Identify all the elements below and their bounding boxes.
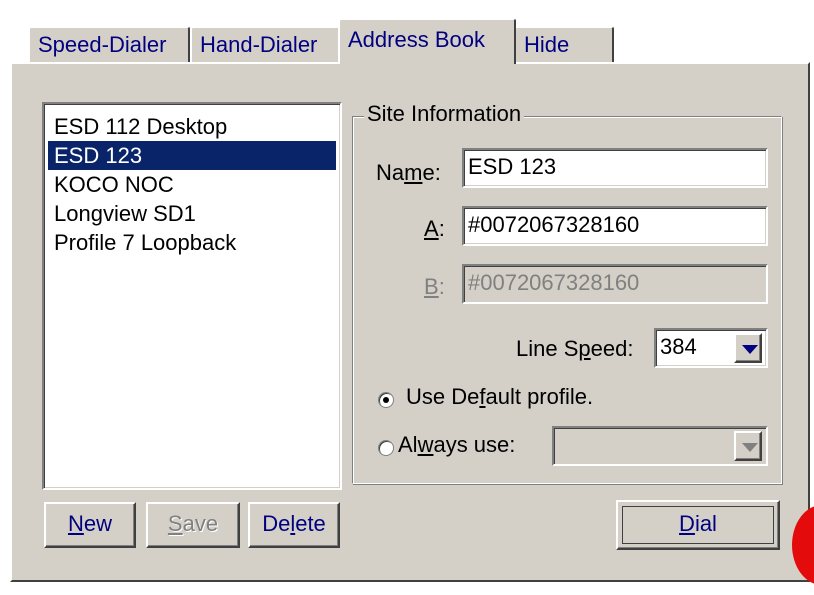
tab-speed-dialer-label: Speed-Dialer — [38, 32, 167, 57]
a-number-field[interactable]: #0072067328160 — [462, 206, 768, 246]
list-item[interactable]: Longview SD1 — [48, 199, 202, 228]
save-button: Save — [146, 502, 240, 548]
delete-button[interactable]: Delete — [248, 502, 340, 548]
new-button[interactable]: New — [44, 502, 136, 548]
name-field[interactable]: ESD 123 — [462, 148, 768, 188]
line-speed-select[interactable]: 384 — [654, 328, 768, 368]
chevron-down-icon[interactable] — [734, 333, 762, 363]
always-use-select — [552, 426, 768, 466]
b-number-field: #0072067328160 — [462, 264, 768, 304]
chevron-down-icon — [734, 431, 762, 461]
a-number-label: A: — [424, 216, 445, 241]
site-information-title: Site Information — [364, 101, 525, 127]
list-item[interactable]: KOCO NOC — [48, 170, 180, 199]
always-use-radio[interactable] — [378, 440, 394, 456]
name-label: Name: — [376, 160, 441, 185]
address-list[interactable]: ESD 112 Desktop ESD 123 KOCO NOC Longvie… — [42, 102, 342, 490]
tab-hide-label: Hide — [524, 32, 570, 57]
tab-hand-dialer-label: Hand-Dialer — [200, 32, 318, 57]
list-item-selected[interactable]: ESD 123 — [48, 141, 336, 170]
dial-button[interactable]: Dial — [616, 500, 780, 550]
list-item[interactable]: Profile 7 Loopback — [48, 228, 242, 257]
tab-hand-dialer[interactable]: Hand-Dialer — [190, 26, 340, 62]
tab-address-book[interactable]: Address Book — [338, 18, 516, 64]
tab-address-book-label: Address Book — [348, 27, 485, 52]
line-speed-label: Line Speed: — [516, 336, 634, 361]
tab-speed-dialer[interactable]: Speed-Dialer — [28, 26, 190, 62]
use-default-label[interactable]: Use Default profile. — [406, 384, 593, 410]
use-default-radio[interactable] — [378, 392, 394, 408]
list-item[interactable]: ESD 112 Desktop — [48, 112, 233, 141]
always-use-label[interactable]: Always use: — [398, 432, 515, 458]
tab-hide[interactable]: Hide — [514, 26, 614, 62]
b-number-label: B: — [424, 274, 445, 299]
